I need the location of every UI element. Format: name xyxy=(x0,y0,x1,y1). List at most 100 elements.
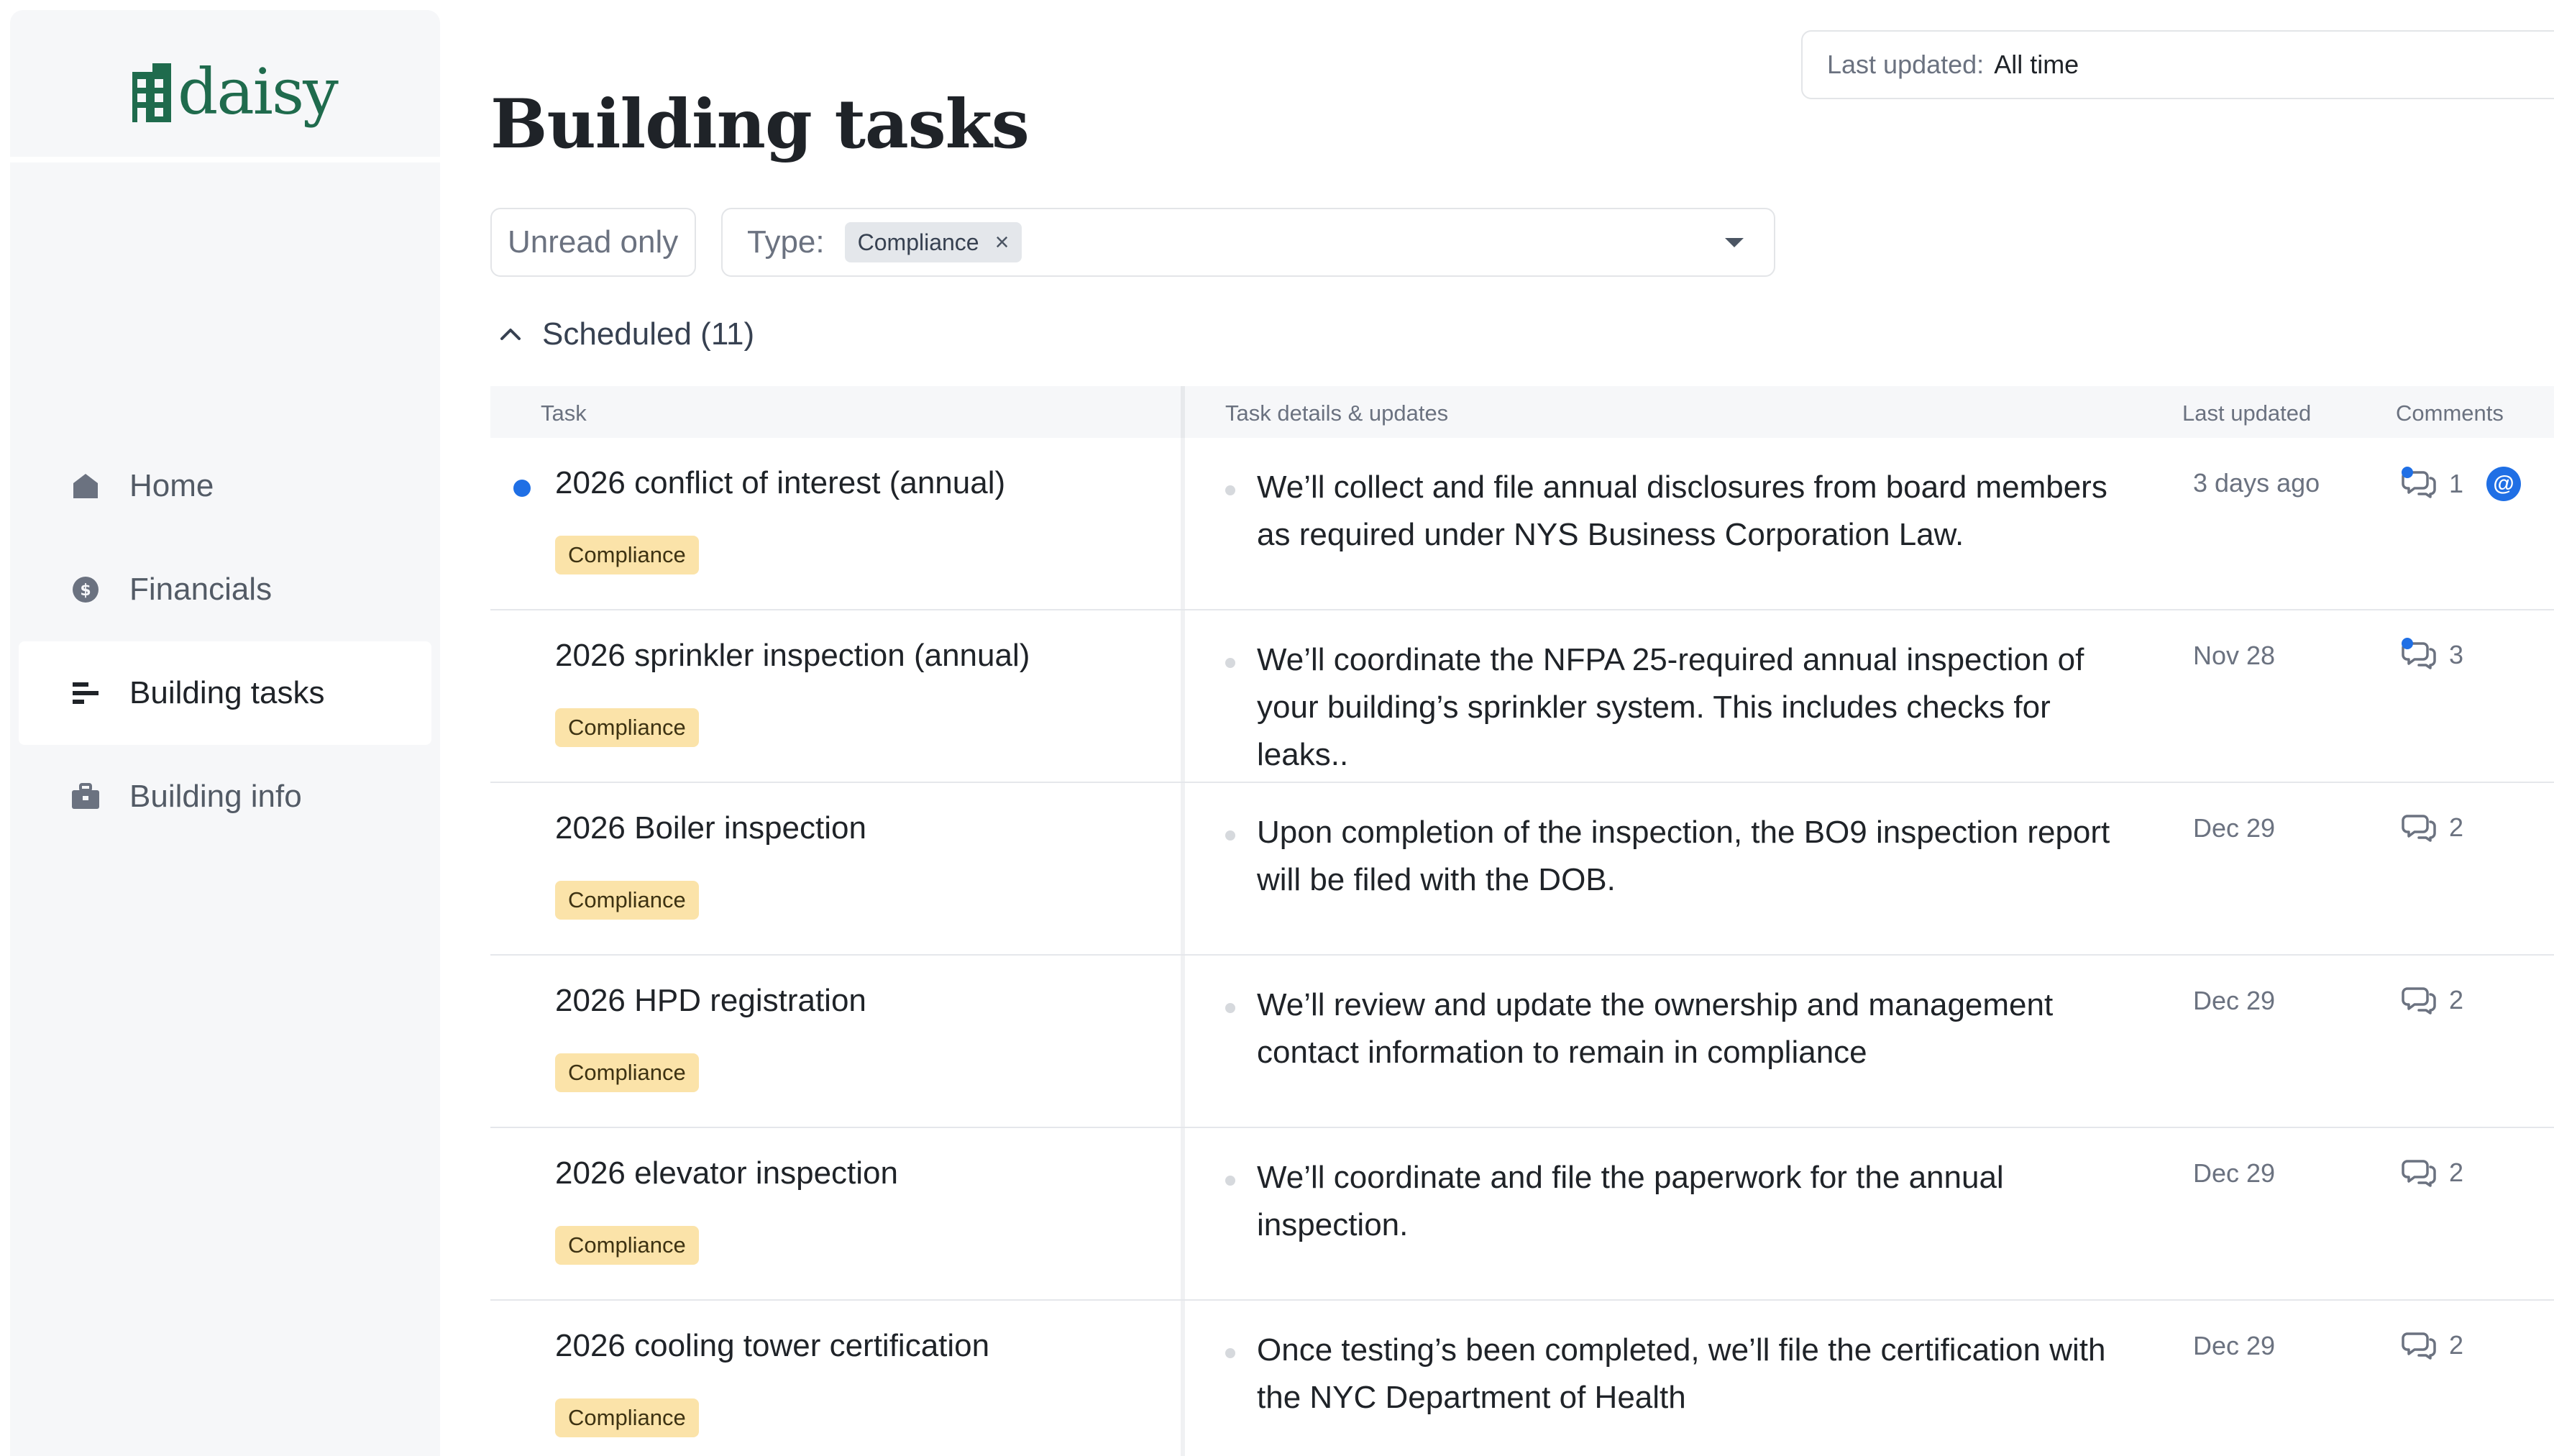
table-row[interactable]: 2026 elevator inspection Compliance We’ll … xyxy=(490,1128,2554,1301)
task-details: We’ll coordinate the NFPA 25-required an… xyxy=(1257,642,2084,772)
task-details: We’ll collect and file annual disclosure… xyxy=(1257,470,2107,552)
home-icon xyxy=(70,471,101,501)
sidebar-item-building-tasks[interactable]: Building tasks xyxy=(19,641,431,745)
task-tag: Compliance xyxy=(555,881,699,920)
table-row[interactable]: 2026 HPD registration Compliance We’ll rev… xyxy=(490,956,2554,1128)
comments-cell[interactable]: 2 xyxy=(2402,1329,2463,1361)
column-divider xyxy=(1181,956,1185,1127)
bullet-icon xyxy=(1225,1348,1235,1358)
table-row[interactable]: 2026 Boiler inspection Compliance Upon com… xyxy=(490,783,2554,956)
comments-cell[interactable]: 1 @ xyxy=(2402,467,2522,501)
sidebar-item-financials[interactable]: $ Financials xyxy=(10,538,440,641)
last-updated-cell: Nov 28 xyxy=(2193,641,2276,670)
logo[interactable]: daisy xyxy=(10,10,440,162)
column-header-last-updated[interactable]: Last updated xyxy=(2182,400,2311,426)
last-updated-cell: Dec 29 xyxy=(2193,1158,2276,1188)
column-divider xyxy=(1181,1128,1185,1299)
last-updated-cell: Dec 29 xyxy=(2193,1331,2276,1360)
tasks-table: Task Task details & updates Last updated… xyxy=(490,386,2554,1456)
column-divider xyxy=(1181,1301,1185,1456)
task-details: We’ll review and update the ownership an… xyxy=(1257,987,2054,1070)
comments-cell[interactable]: 3 xyxy=(2402,638,2464,671)
bullet-icon xyxy=(1225,658,1235,668)
task-tag: Compliance xyxy=(555,1226,699,1265)
unread-only-filter[interactable]: Unread only xyxy=(490,208,696,277)
table-row[interactable]: 2026 cooling tower certification Complian… xyxy=(490,1301,2554,1456)
new-comment-dot xyxy=(2402,638,2413,649)
column-header-task[interactable]: Task xyxy=(541,400,587,426)
chevron-down-icon[interactable] xyxy=(1725,238,1744,247)
column-divider xyxy=(1181,438,1185,609)
sidebar-item-building-info[interactable]: Building info xyxy=(10,745,440,848)
close-icon[interactable]: × xyxy=(995,229,1010,257)
task-name[interactable]: 2026 Boiler inspection xyxy=(555,810,866,846)
comments-cell[interactable]: 2 xyxy=(2402,984,2463,1016)
group-title: Scheduled (11) xyxy=(542,316,755,352)
dollar-circle-icon: $ xyxy=(70,574,101,605)
svg-text:$: $ xyxy=(80,582,91,600)
table-header: Task Task details & updates Last updated… xyxy=(490,386,2554,438)
building-grid-icon xyxy=(132,63,171,122)
new-comment-dot xyxy=(2402,467,2413,478)
task-name[interactable]: 2026 HPD registration xyxy=(555,983,866,1019)
last-updated-cell: Dec 29 xyxy=(2193,813,2276,843)
sidebar-item-label: Building tasks xyxy=(129,675,325,710)
group-toggle-scheduled[interactable]: Scheduled (11) xyxy=(496,313,754,356)
sidebar-item-label: Building info xyxy=(129,779,302,814)
task-name[interactable]: 2026 cooling tower certification xyxy=(555,1328,989,1364)
sidebar-nav: Home $ Financials Building tasks Buildin… xyxy=(10,434,440,848)
bullet-icon xyxy=(1225,1176,1235,1186)
last-updated-label: Last updated: xyxy=(1827,50,1985,79)
task-tag: Compliance xyxy=(555,536,699,574)
sidebar: daisy Home $ Financials Building tasks B… xyxy=(10,10,440,1456)
type-filter-select[interactable]: Type: Compliance × xyxy=(721,208,1775,277)
last-updated-filter[interactable]: Last updated: All time xyxy=(1801,30,2554,99)
column-divider xyxy=(1181,610,1185,782)
unread-only-label: Unread only xyxy=(508,224,679,260)
page-title: Building tasks xyxy=(490,85,1030,164)
bullet-icon xyxy=(1225,830,1235,841)
chat-bubbles-icon xyxy=(2402,812,2438,843)
bullet-icon xyxy=(1225,485,1235,495)
comment-count: 2 xyxy=(2449,985,2464,1015)
last-updated-cell: Dec 29 xyxy=(2193,986,2276,1015)
last-updated-cell: 3 days ago xyxy=(2193,468,2320,498)
task-tag: Compliance xyxy=(555,1053,699,1092)
task-name[interactable]: 2026 sprinkler inspection (annual) xyxy=(555,638,1030,674)
task-tag: Compliance xyxy=(555,1398,699,1437)
chat-bubbles-icon xyxy=(2402,467,2438,500)
column-resize-handle[interactable] xyxy=(1181,386,1185,438)
comment-count: 2 xyxy=(2449,1158,2464,1187)
task-details: We’ll coordinate and file the paperwork … xyxy=(1257,1160,2004,1242)
sidebar-item-label: Financials xyxy=(129,572,273,607)
table-row[interactable]: 2026 conflict of interest (annual) Compli… xyxy=(490,438,2554,610)
mention-icon[interactable]: @ xyxy=(2486,467,2522,501)
comment-count: 2 xyxy=(2449,1330,2464,1360)
sidebar-item-home[interactable]: Home xyxy=(10,434,440,538)
comments-cell[interactable]: 2 xyxy=(2402,1157,2463,1189)
last-updated-value: All time xyxy=(1994,50,2079,79)
column-header-comments[interactable]: Comments xyxy=(2396,400,2504,426)
briefcase-icon xyxy=(70,782,101,812)
task-name[interactable]: 2026 conflict of interest (annual) xyxy=(555,465,1005,501)
comment-count: 1 xyxy=(2449,469,2464,498)
chat-bubbles-icon xyxy=(2402,638,2438,671)
type-filter-chip: Compliance × xyxy=(844,222,1022,262)
bullet-icon xyxy=(1225,1003,1235,1013)
comment-count: 2 xyxy=(2449,812,2464,842)
chat-bubbles-icon xyxy=(2402,1157,2438,1189)
task-name[interactable]: 2026 elevator inspection xyxy=(555,1155,898,1191)
brand-name: daisy xyxy=(178,55,339,129)
task-details: Once testing’s been completed, we’ll fil… xyxy=(1257,1332,2106,1415)
task-tag: Compliance xyxy=(555,708,699,747)
task-list-icon xyxy=(70,678,101,708)
column-header-details[interactable]: Task details & updates xyxy=(1225,400,1448,426)
unread-dot xyxy=(513,480,531,497)
type-filter-chip-label: Compliance xyxy=(857,229,979,255)
table-row[interactable]: 2026 sprinkler inspection (annual) Compli… xyxy=(490,610,2554,783)
chevron-up-icon xyxy=(500,329,521,340)
chat-bubbles-icon xyxy=(2402,984,2438,1016)
comment-count: 3 xyxy=(2449,640,2464,669)
comments-cell[interactable]: 2 xyxy=(2402,812,2463,843)
sidebar-item-label: Home xyxy=(129,468,214,503)
